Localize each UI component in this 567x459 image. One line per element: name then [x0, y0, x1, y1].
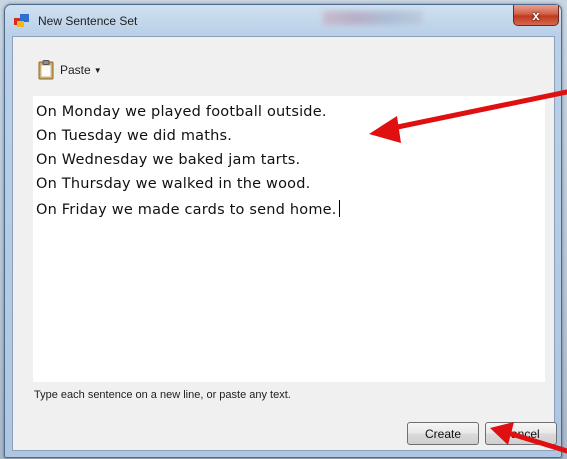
text-line: On Friday we made cards to send home. — [36, 202, 337, 218]
create-button[interactable]: Create — [407, 422, 479, 445]
blurred-background-tab — [323, 11, 423, 25]
text-line: On Monday we played football outside. — [36, 104, 327, 120]
app-icon — [14, 14, 29, 27]
text-line: On Wednesday we baked jam tarts. — [36, 152, 301, 168]
chevron-down-icon: ▼ — [93, 65, 102, 75]
title-bar[interactable]: New Sentence Set — [5, 5, 561, 35]
text-cursor — [338, 200, 340, 217]
paste-button[interactable]: Paste ▼ — [38, 58, 102, 82]
paste-label: Paste — [60, 63, 91, 77]
cancel-button[interactable]: Cancel — [485, 422, 557, 445]
clipboard-icon — [38, 60, 54, 80]
text-line: On Tuesday we did maths. — [36, 128, 233, 144]
close-button[interactable]: x — [513, 5, 559, 26]
sentence-text-area[interactable]: On Monday we played football outside. On… — [33, 96, 545, 382]
text-line-last: On Friday we made cards to send home. — [36, 200, 340, 218]
text-line: On Thursday we walked in the wood. — [36, 176, 311, 192]
instruction-hint: Type each sentence on a new line, or pas… — [34, 389, 291, 401]
close-icon: x — [532, 7, 540, 23]
window-title: New Sentence Set — [38, 14, 138, 28]
